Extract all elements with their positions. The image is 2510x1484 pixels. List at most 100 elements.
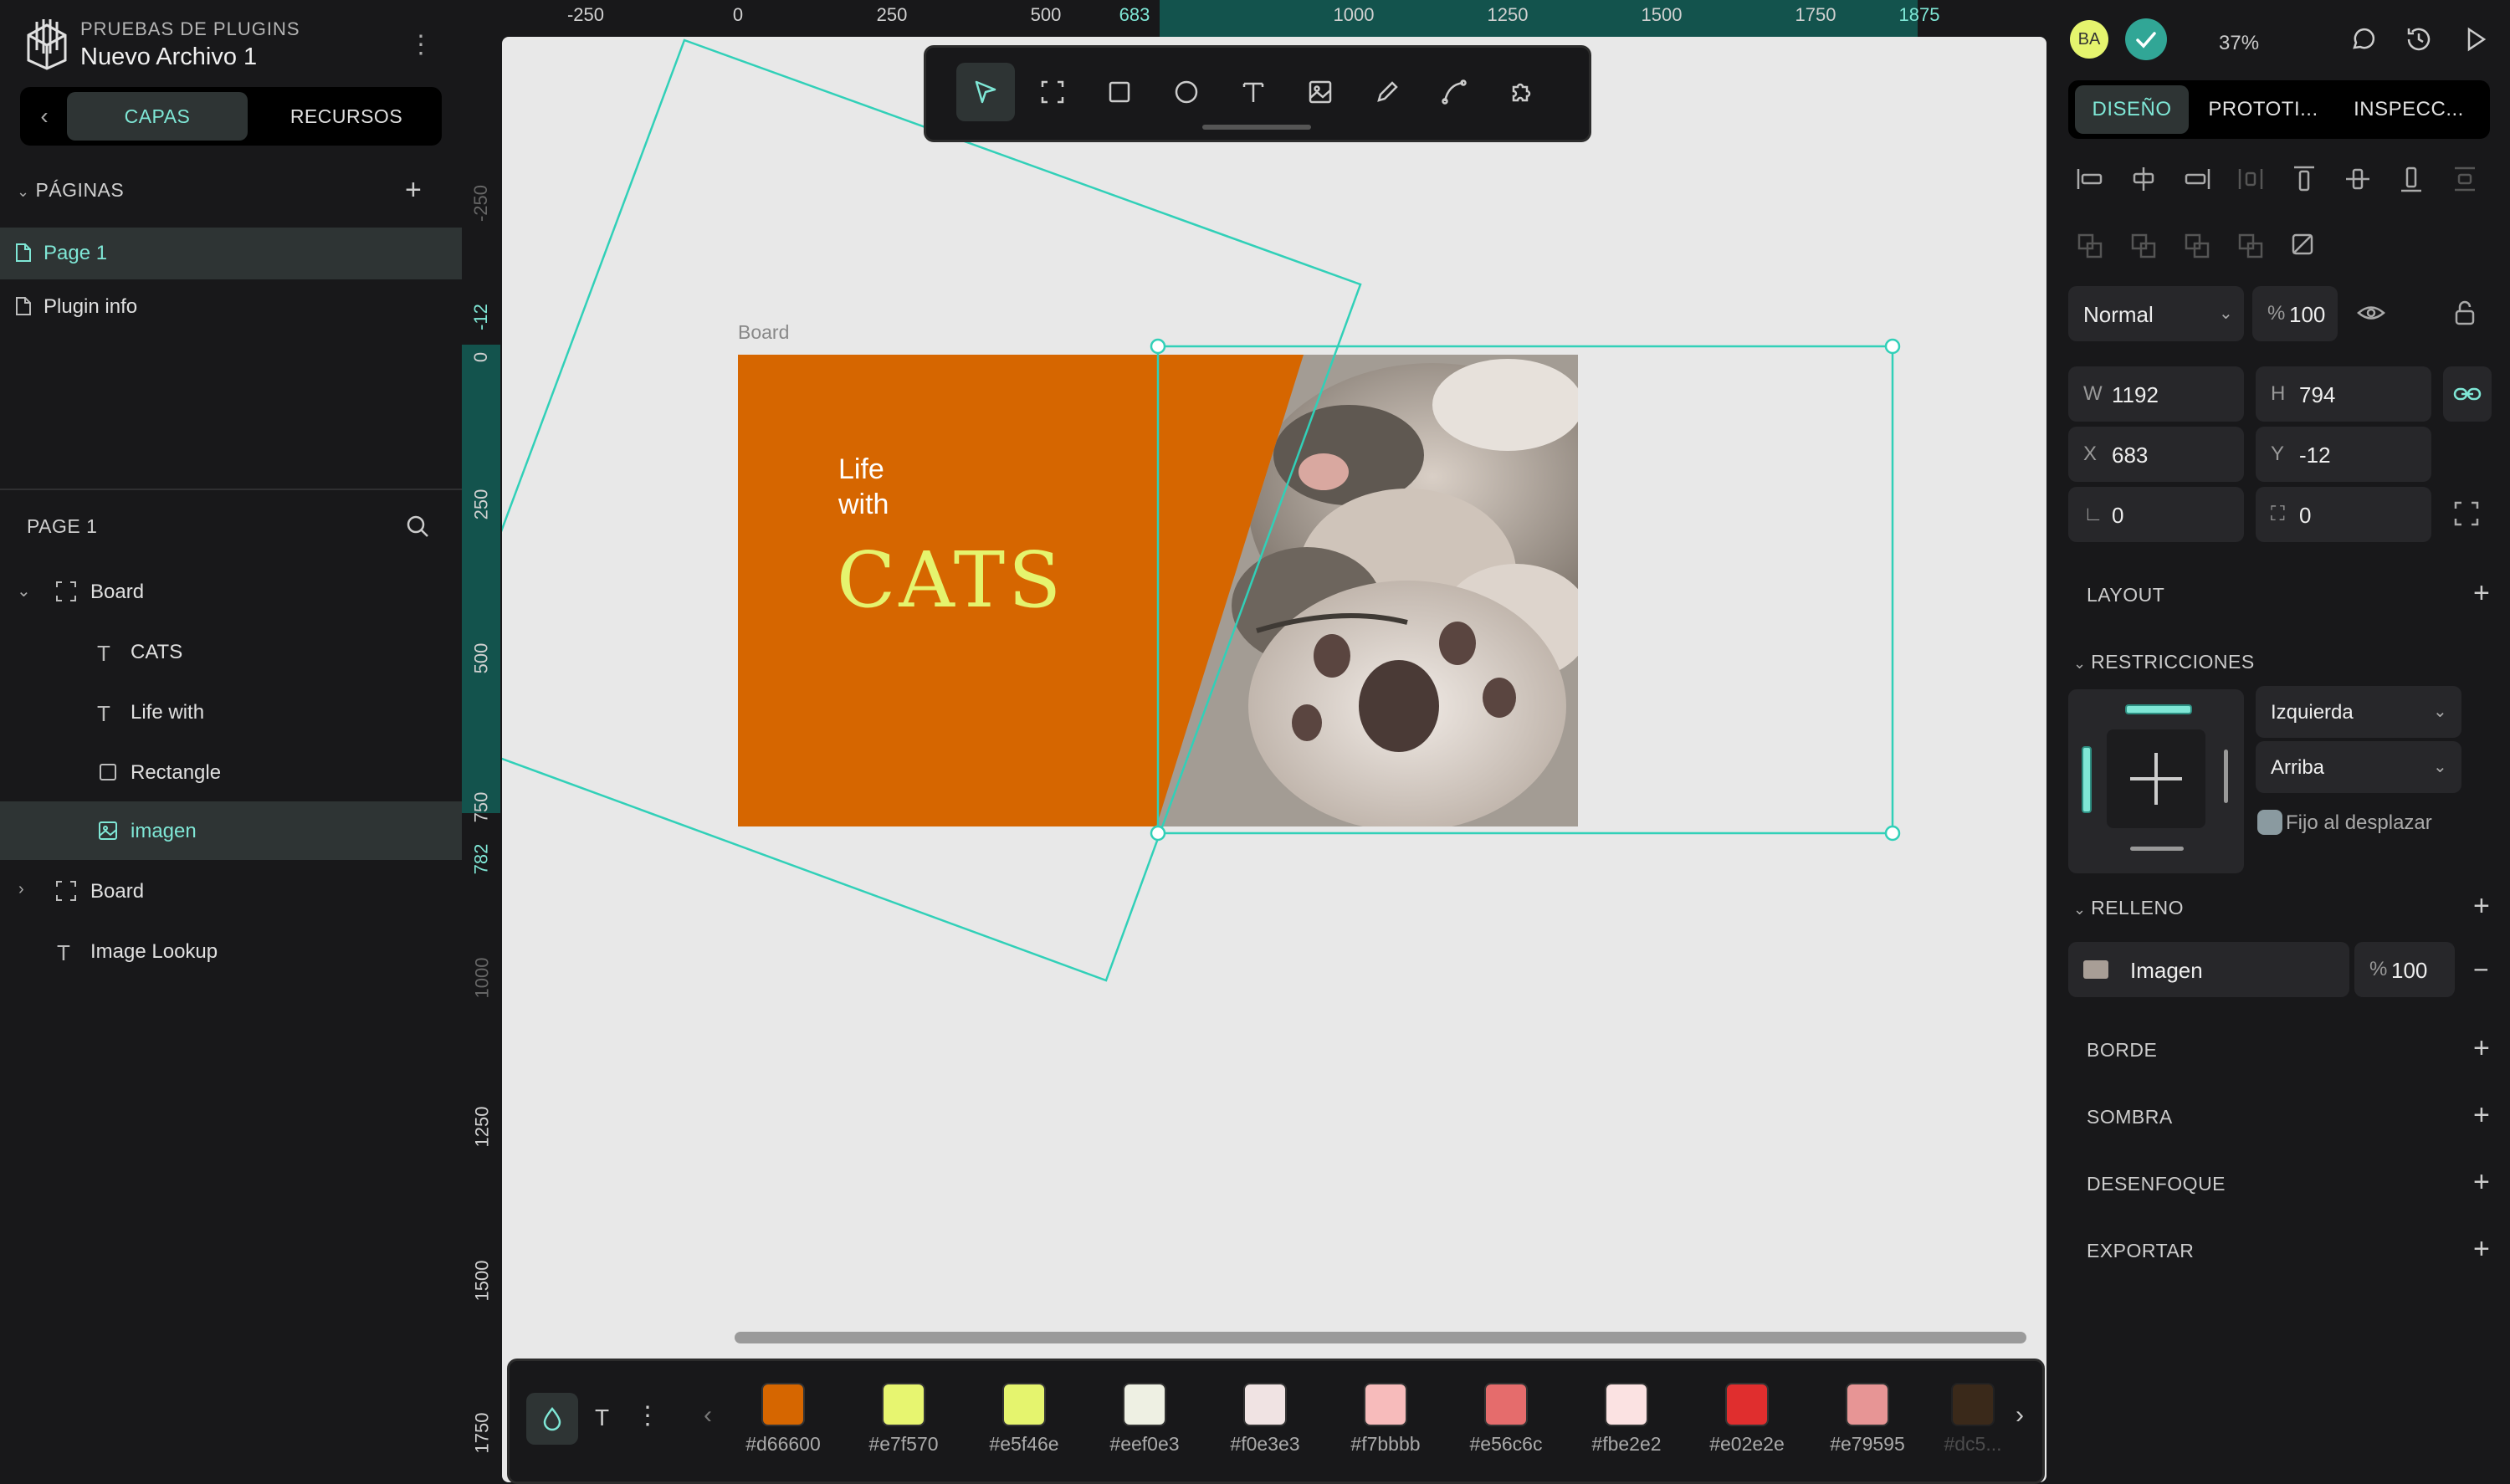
add-export-icon[interactable]: + [2473, 1235, 2490, 1263]
search-icon[interactable] [405, 514, 430, 539]
saved-status-icon[interactable] [2125, 18, 2167, 60]
bool-intersection-icon[interactable] [2182, 231, 2212, 261]
align-center-h-icon[interactable] [2128, 164, 2159, 194]
zoom-level[interactable]: 37% [2219, 32, 2259, 55]
fill-section-header[interactable]: ⌄ RELLENO [2073, 897, 2184, 919]
y-position-input[interactable]: Y -12 [2256, 427, 2431, 482]
bool-exclude-icon[interactable] [2236, 231, 2266, 261]
user-avatar[interactable]: BA [2070, 20, 2108, 59]
add-fill-icon[interactable]: + [2473, 892, 2490, 920]
canvas[interactable]: Board Life with CATS [502, 37, 2046, 1482]
rotation-input[interactable]: ∟ 0 [2068, 487, 2244, 542]
layer-text[interactable]: T CATS [0, 622, 462, 681]
divider[interactable] [0, 489, 462, 490]
color-swatch[interactable]: #e56c6c [1460, 1383, 1552, 1456]
more-options-icon[interactable]: ⋮ [408, 32, 433, 59]
layer-board[interactable]: › Board [0, 862, 462, 920]
align-top-icon[interactable] [2289, 164, 2319, 194]
fixed-scroll-checkbox[interactable] [2257, 810, 2282, 835]
cats-title-text[interactable]: CATS [837, 535, 1064, 625]
page-item[interactable]: Plugin info [0, 281, 462, 333]
comments-icon[interactable] [2349, 25, 2378, 54]
tab-design[interactable]: DISEÑO [2075, 85, 2189, 134]
tab-inspect[interactable]: INSPECC... [2338, 85, 2480, 134]
lock-icon[interactable] [2450, 298, 2480, 328]
board-tool-button[interactable] [1023, 63, 1082, 121]
plus-icon[interactable] [2107, 729, 2205, 828]
image-tool-button[interactable] [1291, 63, 1350, 121]
constraint-right[interactable] [2224, 750, 2228, 803]
chevron-right-icon[interactable]: › [2016, 1401, 2024, 1430]
file-name[interactable]: Nuevo Archivo 1 [80, 43, 257, 71]
flatten-icon[interactable] [2289, 231, 2319, 261]
layer-rectangle[interactable]: Rectangle [0, 743, 462, 801]
plugins-tool-button[interactable] [1492, 63, 1550, 121]
layer-text[interactable]: T Image Lookup [0, 922, 462, 980]
add-border-icon[interactable]: + [2473, 1034, 2490, 1062]
height-input[interactable]: H 794 [2256, 366, 2431, 422]
board-label[interactable]: Board [738, 321, 789, 344]
tab-resources[interactable]: RECURSOS [263, 92, 430, 141]
layer-board[interactable]: ⌄ Board [0, 562, 462, 621]
color-swatch[interactable]: #e79595 [1821, 1383, 1913, 1456]
proportion-lock-button[interactable] [2443, 366, 2492, 422]
color-swatch[interactable]: #e02e2e [1701, 1383, 1793, 1456]
horizontal-scrollbar[interactable] [735, 1332, 2026, 1343]
layer-text[interactable]: T Life with [0, 683, 462, 741]
palette-colors-button[interactable] [526, 1393, 578, 1445]
add-page-icon[interactable]: + [405, 176, 422, 204]
align-left-icon[interactable] [2075, 164, 2105, 194]
constraint-top[interactable] [2125, 704, 2192, 714]
layer-image[interactable]: imagen [0, 801, 462, 860]
color-swatch[interactable]: #f7bbbb [1340, 1383, 1432, 1456]
horizontal-constraint-select[interactable]: Izquierda ⌄ [2256, 686, 2461, 738]
back-chevron-icon[interactable]: ‹ [32, 102, 57, 130]
tab-layers[interactable]: CAPAS [67, 92, 248, 141]
typography-palette-icon[interactable]: T [595, 1405, 609, 1431]
constraints-section-header[interactable]: ⌄ RESTRICCIONES [2073, 651, 2255, 673]
pencil-tool-button[interactable] [1358, 63, 1416, 121]
eye-icon[interactable] [2356, 298, 2386, 328]
chevron-right-icon[interactable]: › [18, 880, 37, 900]
distribute-v-icon[interactable] [2450, 164, 2480, 194]
add-shadow-icon[interactable]: + [2473, 1101, 2490, 1129]
align-center-v-icon[interactable] [2343, 164, 2373, 194]
fill-opacity-input[interactable]: % 100 [2354, 942, 2455, 997]
blend-mode-select[interactable]: Normal ⌄ [2068, 286, 2244, 341]
add-blur-icon[interactable]: + [2473, 1168, 2490, 1196]
move-tool-button[interactable] [956, 63, 1015, 121]
penpot-logo-icon[interactable] [23, 17, 70, 70]
color-swatch[interactable]: #eef0e3 [1099, 1383, 1191, 1456]
ellipse-tool-button[interactable] [1157, 63, 1216, 121]
kitten-image[interactable] [1156, 355, 1578, 826]
radius-input[interactable]: ⛶ 0 [2256, 487, 2431, 542]
x-position-input[interactable]: X 683 [2068, 427, 2244, 482]
toolbar-drag-handle[interactable] [1202, 125, 1311, 130]
path-tool-button[interactable] [1425, 63, 1483, 121]
text-tool-button[interactable] [1224, 63, 1283, 121]
vertical-constraint-select[interactable]: Arriba ⌄ [2256, 741, 2461, 793]
width-input[interactable]: W 1192 [2068, 366, 2244, 422]
color-swatch[interactable]: #e7f570 [858, 1383, 950, 1456]
color-swatch[interactable]: #e5f46e [978, 1383, 1070, 1456]
bool-difference-icon[interactable] [2128, 231, 2159, 261]
distribute-h-icon[interactable] [2236, 164, 2266, 194]
fill-type[interactable]: Imagen [2068, 942, 2349, 997]
color-swatch[interactable]: #f0e3e3 [1219, 1383, 1311, 1456]
life-with-text[interactable]: Life with [838, 452, 889, 522]
pages-header[interactable]: ⌄ PÁGINAS [17, 179, 124, 202]
color-swatch[interactable]: #d66600 [737, 1383, 829, 1456]
remove-fill-icon[interactable]: − [2473, 955, 2489, 984]
bool-union-icon[interactable] [2075, 231, 2105, 261]
constraint-left[interactable] [2082, 746, 2092, 813]
align-right-icon[interactable] [2182, 164, 2212, 194]
independent-corners-icon[interactable] [2451, 499, 2482, 529]
history-icon[interactable] [2405, 25, 2433, 54]
palette-options-icon[interactable]: ⋮ [635, 1401, 660, 1430]
color-swatch[interactable]: #dc5... [1942, 1383, 2004, 1456]
align-bottom-icon[interactable] [2396, 164, 2426, 194]
add-layout-icon[interactable]: + [2473, 579, 2490, 607]
layer-opacity-input[interactable]: % 100 [2252, 286, 2338, 341]
page-item[interactable]: Page 1 [0, 228, 462, 279]
rectangle-tool-button[interactable] [1090, 63, 1149, 121]
